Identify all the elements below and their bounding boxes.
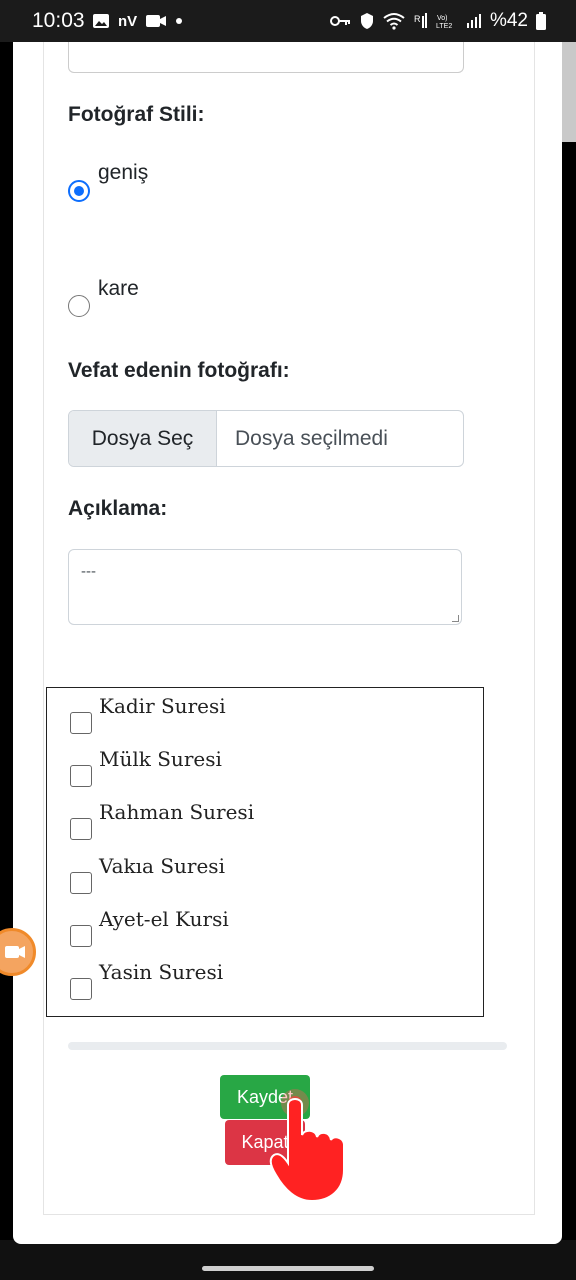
svg-text:Vo): Vo) [437,15,448,22]
previous-input-field[interactable] [68,42,464,73]
key-icon [329,16,350,26]
description-value: --- [81,563,96,580]
dot-icon [176,18,183,24]
carrier-label: nV [118,12,138,30]
volte-lte-icon: Vo)LTE2 [436,15,452,30]
file-status-text: Dosya seçilmedi [235,426,388,450]
description-label: Açıklama: [68,497,168,520]
photo-style-label: Fotoğraf Stili: [68,103,205,126]
status-time: 10:03 [32,9,85,32]
battery-icon [536,12,546,30]
floating-recorder-icon[interactable] [0,928,36,976]
svg-text:LTE2: LTE2 [436,23,452,30]
signal-bars-icon [466,14,481,28]
checkbox-ayetel-kursi[interactable] [70,925,92,947]
wifi-icon [383,13,405,30]
choose-file-button[interactable]: Dosya Seç [69,411,217,466]
home-gesture-bar[interactable] [202,1266,374,1271]
photo-upload-label: Vefat edenin fotoğrafı: [68,359,290,382]
checkbox-kadir[interactable] [70,712,92,734]
checkbox-label-yasin[interactable]: Yasin Suresi [99,960,223,984]
checkbox-mulk[interactable] [70,765,92,787]
video-camera-icon [146,15,167,27]
signal-r-icon: R [414,13,427,28]
checkbox-label-vakia[interactable]: Vakıa Suresi [99,854,225,878]
checkbox-yasin[interactable] [70,978,92,1000]
checkbox-label-rahman[interactable]: Rahman Suresi [99,800,254,824]
lock-shield-icon [360,13,373,29]
background-bottom [0,1240,576,1280]
modal-body [43,42,535,1215]
tap-hand-icon [269,1089,345,1203]
radio-square[interactable] [68,295,90,317]
resize-handle-icon[interactable] [452,615,459,622]
recorder-camera-icon [5,946,25,958]
radio-wide-label[interactable]: geniş [98,161,148,185]
status-bar: 10:03 nV R Vo) LTE2 %42 [0,0,576,42]
radio-square-label[interactable]: kare [98,277,139,301]
checkbox-vakia[interactable] [70,872,92,894]
progress-bar [68,1042,507,1050]
checkbox-label-kadir[interactable]: Kadir Suresi [99,694,226,718]
checkbox-rahman[interactable] [70,818,92,840]
radio-wide[interactable] [68,180,90,202]
description-textarea[interactable]: --- [68,549,462,625]
svg-text:R: R [414,14,421,24]
status-right-icons: R Vo) LTE2 %42 [329,10,546,32]
file-input[interactable]: Dosya Seç Dosya seçilmedi [68,410,464,467]
checkbox-label-ayetel-kursi[interactable]: Ayet-el Kursi [99,907,229,931]
background-left-edge [0,42,14,1242]
background-right-edge [562,142,576,1242]
status-left-icons: nV [92,12,183,30]
gallery-icon [93,14,109,28]
checkbox-label-mulk[interactable]: Mülk Suresi [99,747,222,771]
battery-percentage: %42 [489,10,528,31]
